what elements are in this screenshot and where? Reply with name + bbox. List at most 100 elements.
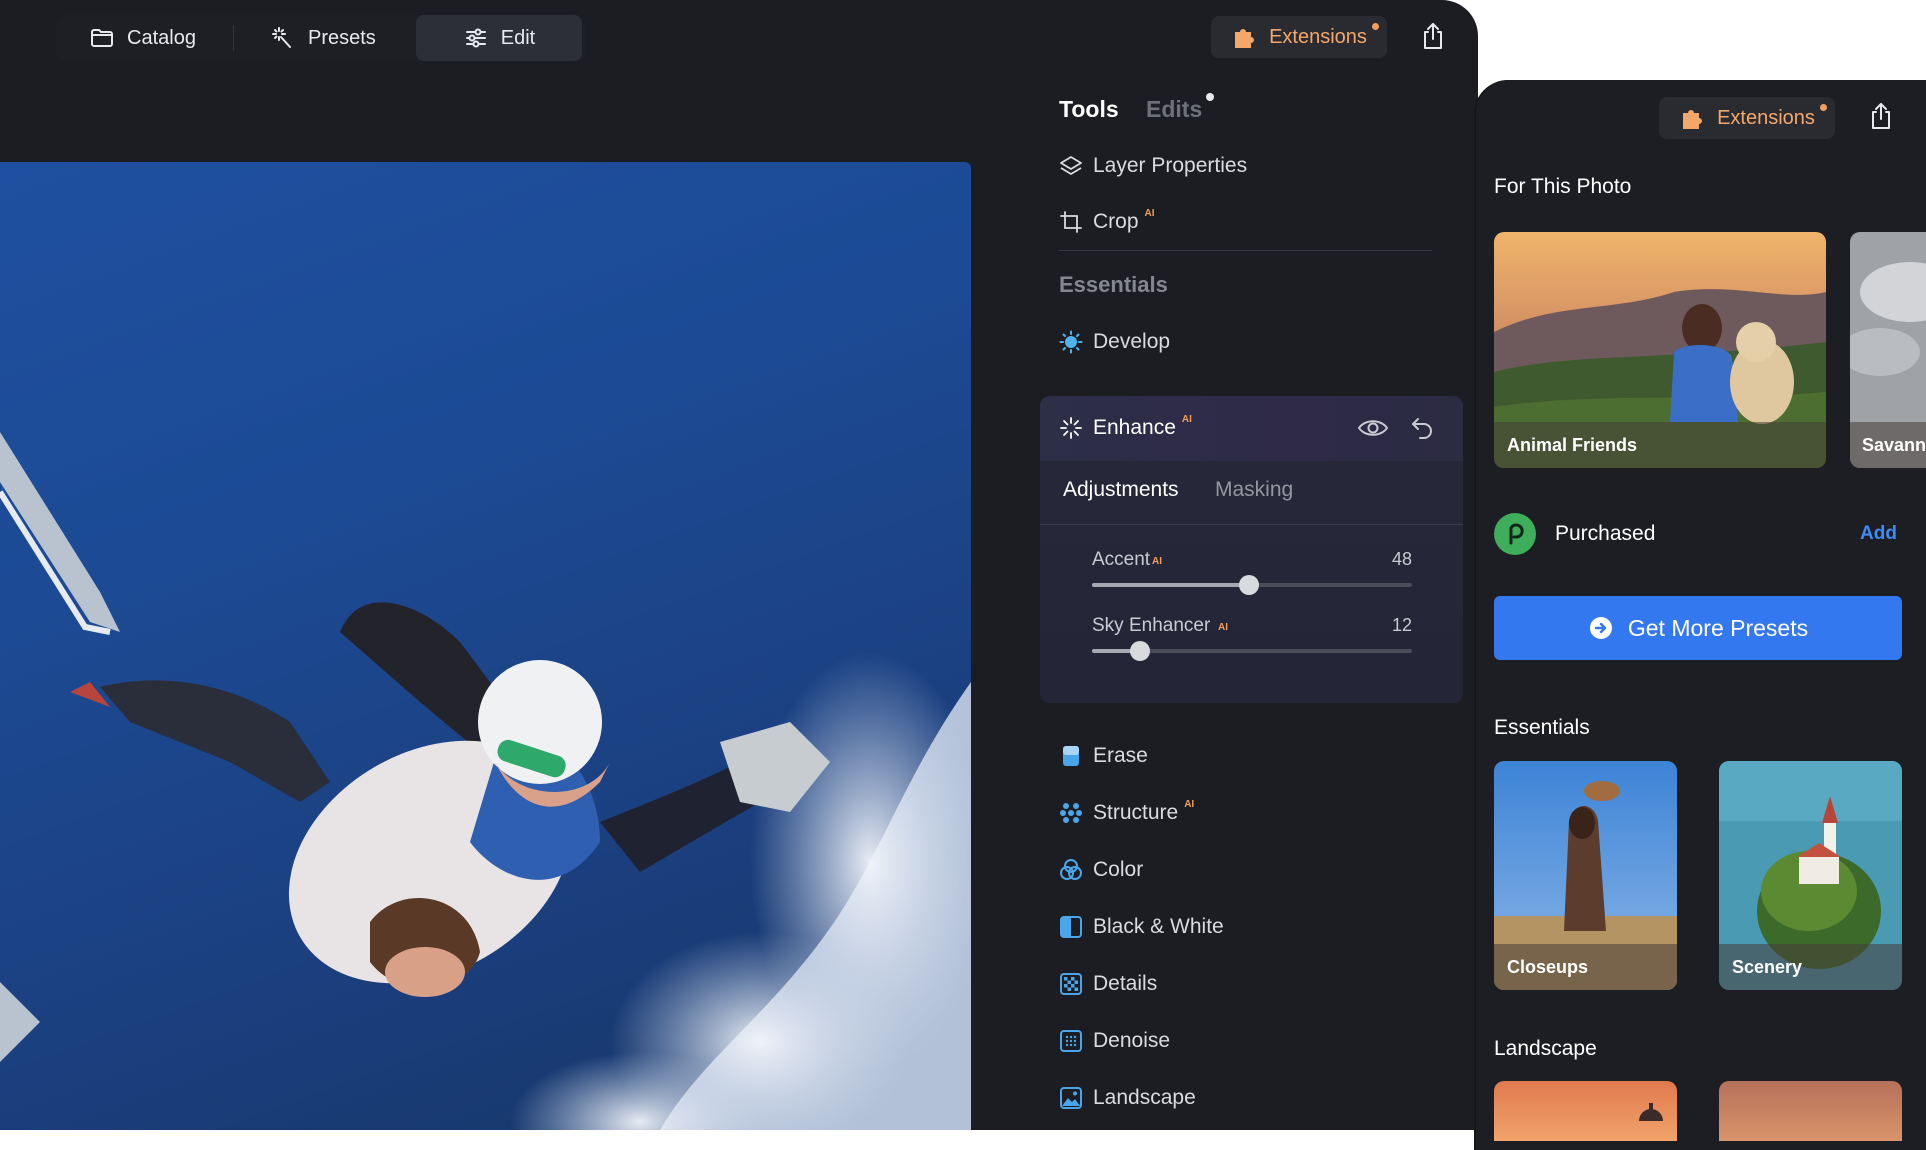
preset-thumbnail	[1719, 1081, 1902, 1141]
sliders-icon	[465, 28, 486, 48]
ai-badge: AI	[1152, 556, 1162, 567]
ai-badge: AI	[1144, 207, 1155, 219]
edit-tab[interactable]: Edit	[416, 15, 582, 61]
slider-sky-knob[interactable]	[1130, 641, 1150, 661]
tool-crop-label: Crop	[1093, 210, 1139, 233]
tool-details-label: Details	[1093, 972, 1158, 995]
slider-sky-label: Sky Enhancer	[1092, 615, 1211, 636]
preset-card-landscape-2[interactable]	[1719, 1081, 1902, 1141]
checker-icon	[1060, 973, 1082, 995]
undo-icon[interactable]	[1410, 415, 1436, 441]
add-link[interactable]: Add	[1860, 523, 1897, 545]
editor-window: Catalog Presets Edit Extensions Tools Ed…	[0, 0, 1478, 1130]
presets-tab[interactable]: Presets	[270, 15, 376, 61]
puzzle-icon	[1235, 29, 1255, 48]
extensions-window-extensions-button[interactable]: Extensions	[1659, 97, 1835, 139]
ai-badge: AI	[1184, 798, 1195, 810]
puzzle-icon	[1683, 110, 1703, 129]
extensions-button[interactable]: Extensions	[1211, 16, 1387, 58]
preset-card-closeups[interactable]: Closeups	[1494, 761, 1677, 990]
landscape-icon	[1060, 1087, 1082, 1109]
edit-label: Edit	[500, 26, 536, 49]
slider-sky-track[interactable]	[1092, 641, 1412, 661]
extensions-badge-dot	[1372, 23, 1379, 30]
dotted-square-icon	[1060, 1030, 1082, 1052]
edits-badge-dot	[1206, 93, 1214, 101]
extensions-window-extensions-label: Extensions	[1717, 106, 1815, 129]
slider-accent-track[interactable]	[1092, 575, 1412, 595]
layers-icon	[1060, 156, 1082, 175]
share-icon[interactable]	[1420, 21, 1446, 51]
tab-edits[interactable]: Edits	[1146, 96, 1202, 123]
extensions-label: Extensions	[1269, 25, 1367, 48]
ai-badge: AI	[1218, 622, 1228, 633]
arrow-circle-icon	[1589, 617, 1612, 639]
toolbar-divider	[233, 25, 234, 51]
tool-landscape[interactable]: Landscape	[1059, 1082, 1196, 1114]
preset-card-landscape-1[interactable]	[1494, 1081, 1677, 1141]
skydiver-photo	[0, 432, 971, 1130]
photo-canvas[interactable]	[0, 162, 971, 1130]
slider-sky-value: 12	[1391, 615, 1412, 635]
slider-accent-value: 48	[1391, 549, 1412, 569]
tool-erase-label: Erase	[1093, 744, 1148, 767]
subtab-adjustments[interactable]: Adjustments	[1063, 478, 1179, 502]
purchased-avatar	[1494, 513, 1536, 555]
enhance-title: Enhance	[1093, 416, 1176, 439]
subtab-masking[interactable]: Masking	[1215, 478, 1293, 502]
tool-black-white-label: Black & White	[1093, 915, 1224, 938]
tool-landscape-label: Landscape	[1093, 1086, 1196, 1109]
magic-wand-icon	[272, 27, 291, 48]
share-icon[interactable]	[1868, 101, 1894, 131]
get-more-presets-button[interactable]: Get More Presets	[1494, 596, 1902, 660]
extensions-badge-dot	[1820, 104, 1827, 111]
catalog-tab[interactable]: Catalog	[89, 15, 196, 61]
landscape-section-heading: Landscape	[1494, 1037, 1597, 1060]
preset-thumbnail	[1494, 1081, 1677, 1141]
tool-denoise-label: Denoise	[1093, 1029, 1171, 1052]
tool-details[interactable]: Details	[1059, 968, 1157, 1000]
tool-erase[interactable]: Erase	[1059, 740, 1148, 772]
tool-develop[interactable]: Develop	[1059, 326, 1170, 358]
eraser-icon	[1063, 746, 1079, 766]
preset-card-savanna[interactable]: Savann	[1850, 232, 1926, 468]
sparkle-icon	[1060, 417, 1082, 439]
crop-icon	[1060, 211, 1082, 233]
color-circles-icon	[1060, 859, 1082, 880]
tool-structure[interactable]: Structure AI	[1059, 797, 1194, 829]
preset-card-label: Closeups	[1494, 944, 1677, 990]
purchased-label: Purchased	[1555, 522, 1656, 545]
eye-icon[interactable]	[1357, 415, 1389, 441]
enhance-card: Enhance AI Adjustments Masking Accent AI…	[1040, 396, 1463, 703]
panel-divider	[1059, 250, 1432, 251]
presets-label: Presets	[308, 26, 376, 49]
tab-tools[interactable]: Tools	[1059, 96, 1119, 123]
tool-color[interactable]: Color	[1059, 854, 1143, 886]
tool-black-white[interactable]: Black & White	[1059, 911, 1224, 943]
subtab-divider	[1040, 524, 1463, 525]
tool-layer-properties[interactable]: Layer Properties	[1059, 150, 1247, 182]
tool-develop-label: Develop	[1093, 330, 1171, 353]
slider-accent-knob[interactable]	[1238, 575, 1259, 595]
tool-crop[interactable]: Crop AI	[1059, 206, 1155, 238]
structure-icon	[1060, 803, 1082, 823]
sun-icon	[1059, 330, 1083, 354]
tool-denoise[interactable]: Denoise	[1059, 1025, 1170, 1057]
tool-color-label: Color	[1093, 858, 1144, 881]
preset-card-label: Animal Friends	[1494, 422, 1826, 468]
slider-accent-fill	[1092, 583, 1249, 587]
preset-card-label: Scenery	[1719, 944, 1902, 990]
preset-card-label: Savann	[1850, 422, 1926, 468]
ai-badge: AI	[1181, 413, 1192, 425]
half-square-icon	[1060, 916, 1082, 938]
catalog-label: Catalog	[127, 26, 196, 49]
preset-card-scenery[interactable]: Scenery	[1719, 761, 1902, 990]
preset-card-animal-friends[interactable]: Animal Friends	[1494, 232, 1826, 468]
tool-structure-label: Structure	[1093, 801, 1179, 824]
get-more-presets-label: Get More Presets	[1627, 614, 1809, 641]
p-logo-icon	[1509, 523, 1524, 545]
enhance-title-row: Enhance AI	[1059, 412, 1192, 444]
essentials-heading: Essentials	[1059, 272, 1168, 297]
tool-layer-properties-label: Layer Properties	[1093, 154, 1248, 177]
folder-icon	[91, 29, 113, 47]
